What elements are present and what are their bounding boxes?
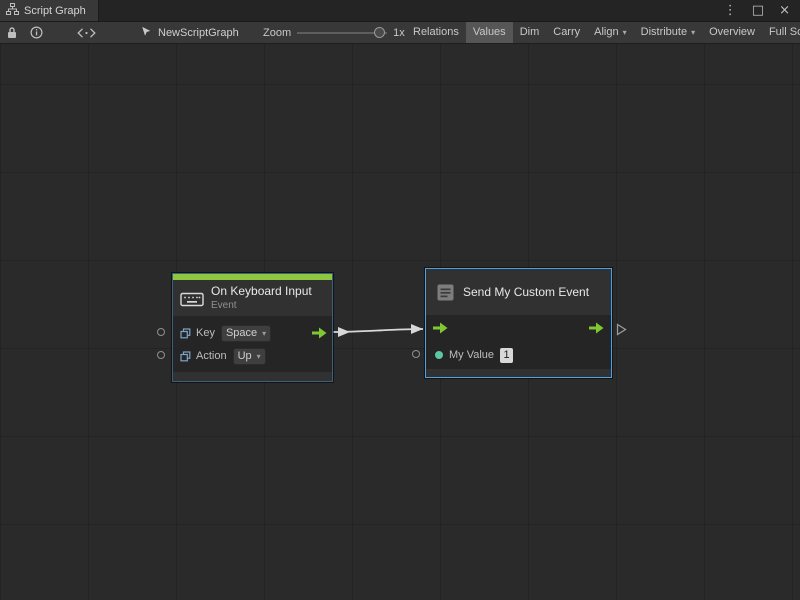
node-header[interactable]: On Keyboard Input Event — [173, 280, 332, 316]
wire-arrowhead-start — [338, 327, 350, 337]
node-footer — [173, 372, 332, 381]
action-value-dropdown[interactable]: Up — [233, 348, 266, 365]
toolbar-buttons: Relations Values Dim Carry Align Distrib… — [406, 22, 800, 43]
node-body: Key Space Action Up — [173, 316, 332, 372]
custom-event-icon — [435, 282, 456, 303]
graph-hierarchy-icon — [6, 3, 19, 18]
node-subtitle: Event — [211, 300, 312, 311]
node-header[interactable]: Send My Custom Event — [426, 269, 611, 315]
lock-button[interactable] — [6, 26, 18, 39]
connection-wire[interactable] — [333, 329, 423, 332]
flow-output-port[interactable] — [312, 327, 327, 339]
node-on-keyboard-input[interactable]: On Keyboard Input Event Key Space — [172, 273, 333, 382]
values-button[interactable]: Values — [466, 22, 513, 43]
object-port-icon — [180, 328, 191, 339]
maximize-icon[interactable]: □ — [752, 0, 764, 22]
zoom-label: Zoom — [263, 27, 291, 39]
graph-toolbar: NewScriptGraph Zoom 1x Relations Values … — [0, 22, 800, 44]
graph-asset-icon — [140, 25, 153, 41]
node-body: My Value 1 — [426, 315, 611, 369]
tab-script-graph[interactable]: Script Graph — [0, 0, 99, 21]
port-label-action: Action — [196, 350, 227, 362]
node-titles: On Keyboard Input Event — [211, 285, 312, 311]
input-port-circle-action[interactable] — [157, 351, 165, 359]
fullscreen-button[interactable]: Full Screen — [762, 22, 800, 43]
flow-input-port[interactable] — [433, 321, 448, 339]
graph-canvas[interactable]: On Keyboard Input Event Key Space — [0, 44, 800, 600]
zoom-control: Zoom 1x — [263, 22, 405, 43]
output-port-triangle[interactable] — [616, 323, 627, 336]
node-send-my-custom-event[interactable]: Send My Custom Event My Value 1 — [425, 268, 612, 378]
align-dropdown-button[interactable]: Align — [587, 22, 633, 43]
script-graph-window: Script Graph ⋮ □ × NewScriptGraph — [0, 0, 800, 600]
port-label-key: Key — [196, 327, 215, 339]
keyboard-icon — [180, 289, 204, 307]
flow-output-port[interactable] — [589, 321, 604, 339]
key-value-dropdown[interactable]: Space — [221, 325, 271, 342]
zoom-slider[interactable] — [297, 22, 387, 43]
toolbar-left-icons — [6, 22, 96, 43]
zoom-slider-handle[interactable] — [374, 27, 385, 38]
wire-arrowhead-end — [411, 324, 423, 334]
dim-button[interactable]: Dim — [513, 22, 547, 43]
object-port-icon — [180, 351, 191, 362]
port-row-key: Key Space — [173, 321, 332, 345]
node-title: On Keyboard Input — [211, 285, 312, 298]
tab-bar: Script Graph ⋮ □ × — [0, 0, 800, 22]
window-controls: ⋮ □ × — [724, 0, 800, 21]
node-footer — [426, 369, 611, 377]
connection-layer — [0, 44, 800, 600]
close-icon[interactable]: × — [779, 0, 790, 22]
info-button[interactable] — [30, 26, 43, 39]
port-label-my-value: My Value — [449, 349, 494, 361]
value-port-dot[interactable] — [435, 351, 443, 359]
graph-name-label: NewScriptGraph — [158, 27, 239, 39]
input-port-circle-my-value[interactable] — [412, 350, 420, 358]
relations-button[interactable]: Relations — [406, 22, 466, 43]
graph-name[interactable]: NewScriptGraph — [140, 22, 239, 43]
menu-icon[interactable]: ⋮ — [724, 0, 737, 22]
overview-button[interactable]: Overview — [702, 22, 762, 43]
port-row-my-value: My Value 1 — [426, 343, 611, 367]
flow-port-row — [426, 317, 611, 343]
distribute-dropdown-button[interactable]: Distribute — [634, 22, 702, 43]
zoom-value: 1x — [393, 27, 405, 39]
node-title: Send My Custom Event — [463, 286, 589, 299]
input-port-circle-key[interactable] — [157, 328, 165, 336]
my-value-input[interactable]: 1 — [500, 348, 513, 363]
tab-title: Script Graph — [24, 5, 86, 17]
edit-code-icon[interactable] — [77, 28, 96, 38]
carry-button[interactable]: Carry — [546, 22, 587, 43]
port-row-action: Action Up — [173, 345, 332, 367]
